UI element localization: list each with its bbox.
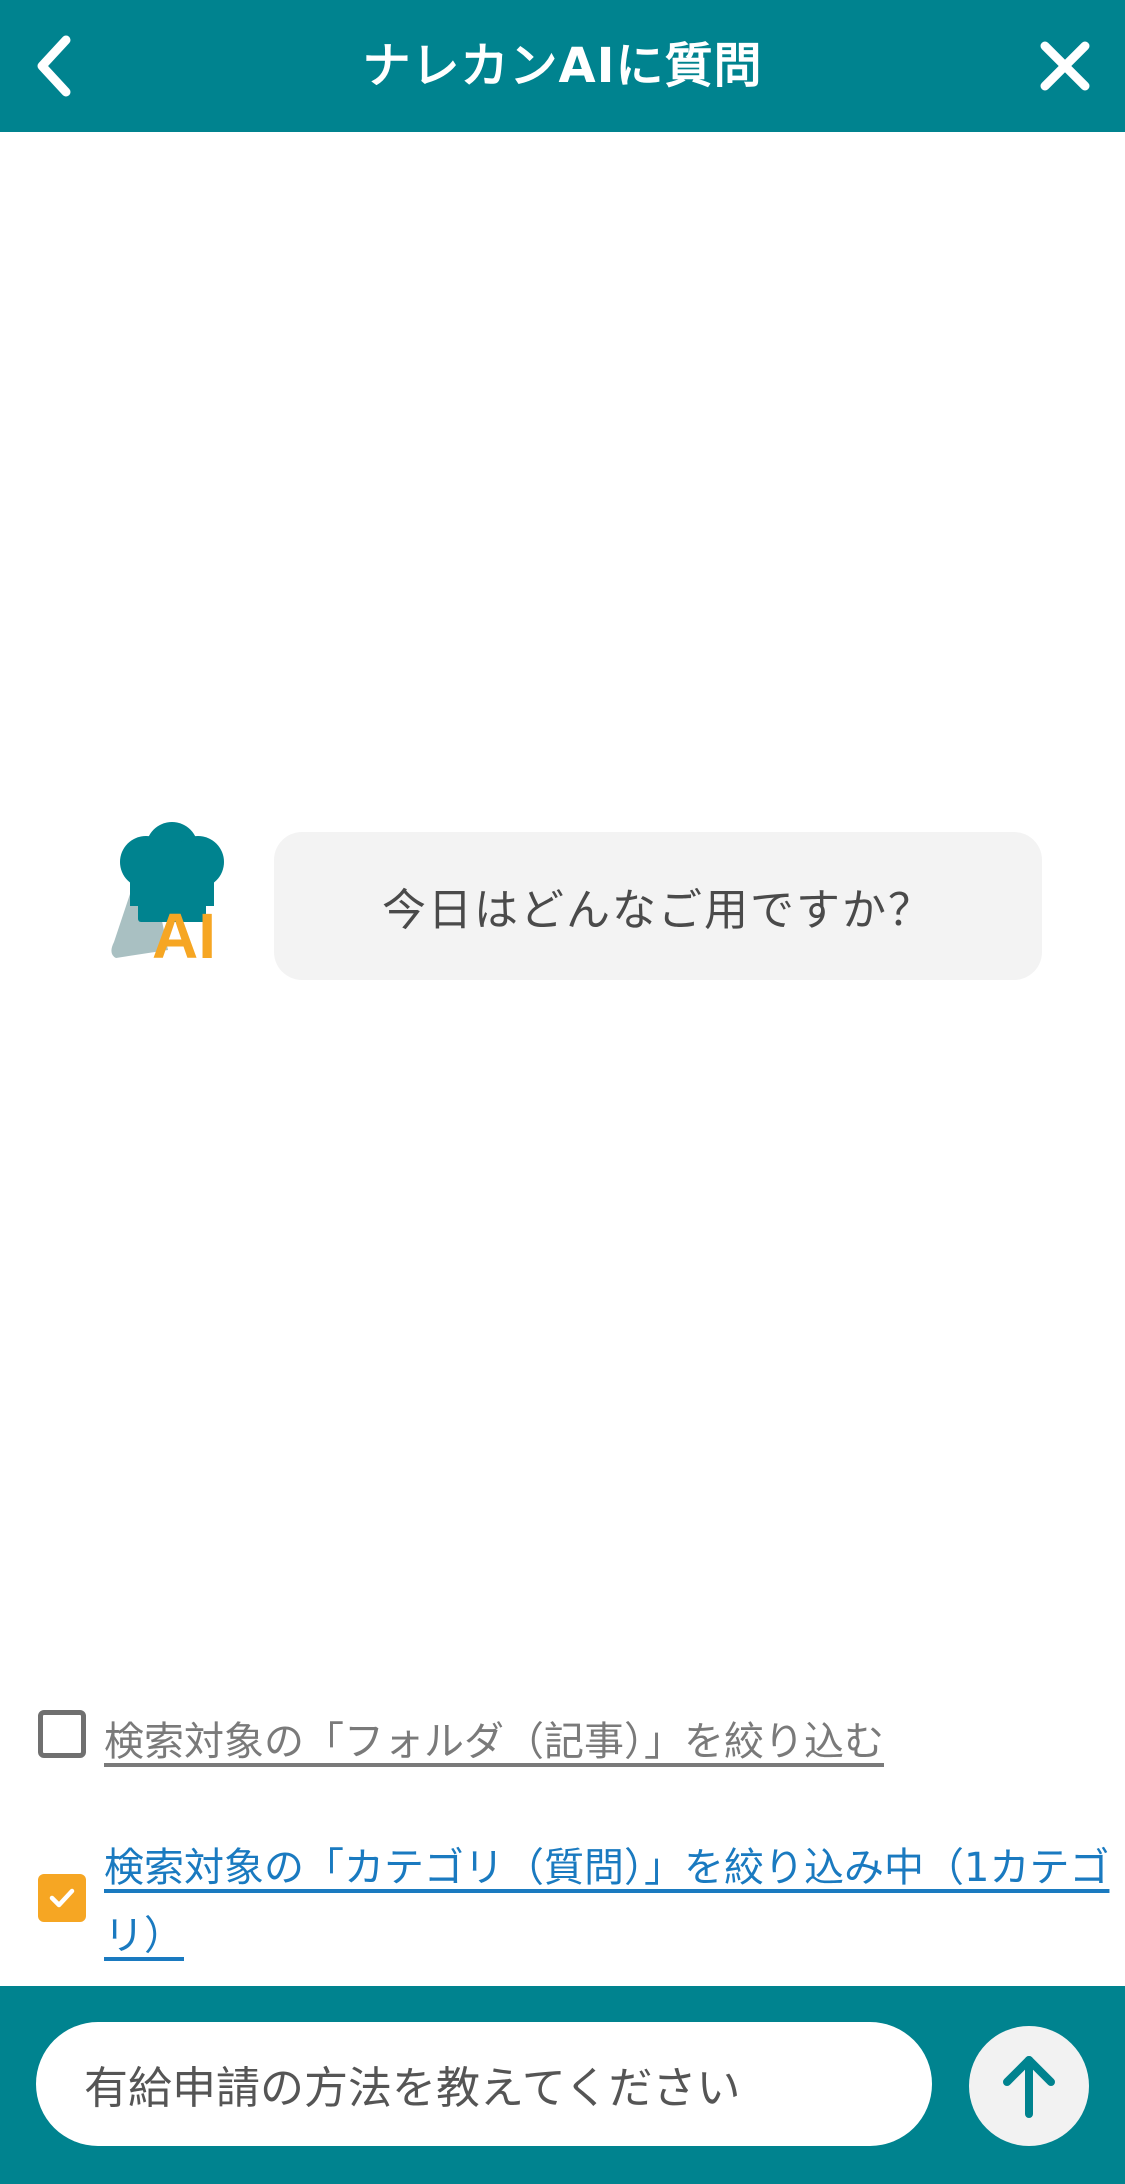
message-input[interactable]: 有給申請の方法を教えてください (36, 2022, 932, 2146)
ai-chef-logo-icon: AI (111, 822, 224, 972)
chat-screen: ナレカンAIに質問 AI 今日はどんなご用ですか？ 検索対象の「フォルダ（記事）… (0, 0, 1125, 2184)
message-input-bar: 有給申請の方法を教えてください (0, 1986, 1125, 2184)
folder-filter-checkbox[interactable] (38, 1710, 86, 1758)
category-filter: 検索対象の「カテゴリ（質問）」を絞り込み中（1カテゴリ） (38, 1834, 1125, 1970)
ai-message-text: 今日はどんなご用ですか？ (382, 885, 934, 936)
folder-filter-link[interactable]: 検索対象の「フォルダ（記事）」を絞り込む (104, 1708, 884, 1776)
svg-text:AI: AI (152, 900, 216, 962)
category-filter-checkbox[interactable] (38, 1874, 86, 1922)
ai-avatar: AI (108, 822, 238, 972)
check-icon (49, 1888, 75, 1908)
category-filter-link[interactable]: 検索対象の「カテゴリ（質問）」を絞り込み中（1カテゴリ） (104, 1834, 1125, 1970)
chat-area: AI 今日はどんなご用ですか？ (0, 132, 1125, 1662)
page-title: ナレカンAIに質問 (362, 38, 763, 94)
send-button[interactable] (969, 2026, 1089, 2146)
close-icon (1040, 41, 1090, 91)
folder-filter: 検索対象の「フォルダ（記事）」を絞り込む (38, 1708, 884, 1776)
arrow-up-icon (1003, 2056, 1055, 2118)
header-bar: ナレカンAIに質問 (0, 0, 1125, 132)
ai-message-bubble: 今日はどんなご用ですか？ (274, 832, 1042, 980)
close-button[interactable] (1015, 16, 1115, 116)
